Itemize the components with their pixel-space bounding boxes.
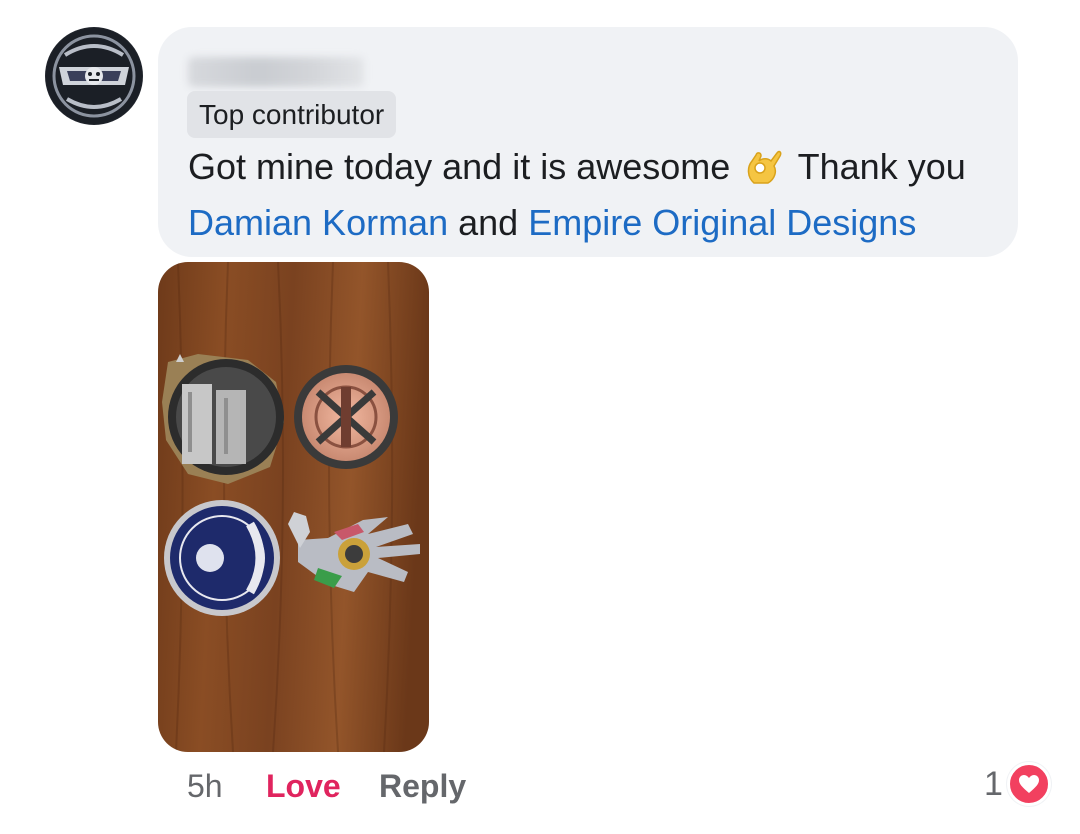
top-contributor-badge: Top contributor	[187, 91, 397, 138]
patch-logo-icon	[46, 28, 142, 124]
ok-hand-emoji	[744, 143, 782, 198]
mention-damian-korman[interactable]: Damian Korman	[188, 202, 448, 243]
commenter-avatar[interactable]	[45, 27, 143, 125]
reaction-summary[interactable]: 1	[984, 760, 1051, 808]
comment-text-start: Got mine today and it is awesome	[188, 146, 741, 187]
reaction-count: 1	[984, 764, 1003, 803]
comment-conjunction: and	[448, 202, 529, 243]
love-button[interactable]: Love	[266, 762, 341, 810]
comment-timestamp[interactable]: 5h	[187, 762, 223, 810]
attached-photo[interactable]	[158, 262, 429, 752]
comment-text: Got mine today and it is awesome Thank y…	[188, 142, 1008, 248]
mention-empire-original-designs[interactable]: Empire Original Designs	[528, 202, 916, 243]
comment-text-end: Thank you	[788, 146, 966, 187]
heart-icon	[1006, 762, 1051, 806]
coin-empire	[294, 365, 398, 469]
reply-button[interactable]: Reply	[379, 762, 466, 810]
comment-bubble: Top contributor Got mine today and it is…	[158, 27, 1018, 257]
coin-stop-human-trafficking	[164, 500, 280, 616]
author-name-blurred[interactable]	[188, 57, 364, 87]
